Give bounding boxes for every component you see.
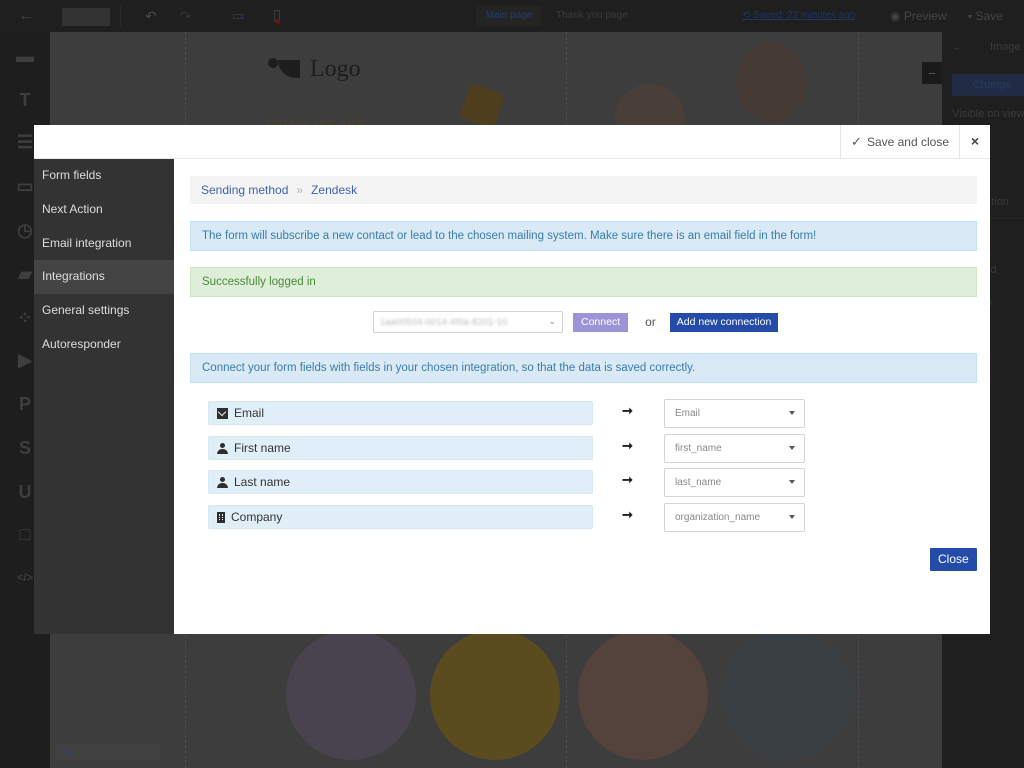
form-field-label: First name [234, 441, 291, 455]
panel-row: Visible on viewport [952, 108, 1024, 120]
nav-item-email-integration[interactable]: Email integration [34, 227, 174, 261]
tab-thank-you-page[interactable]: Thank you page [556, 0, 628, 32]
info-alert: The form will subscribe a new contact or… [190, 221, 977, 251]
user-icon [217, 476, 228, 488]
breadcrumb: Sending method » Zendesk [190, 176, 977, 204]
close-button[interactable]: Close [930, 548, 977, 571]
team-avatar[interactable] [578, 630, 708, 760]
collapse-panel-button[interactable]: − [922, 62, 942, 84]
team-avatar[interactable] [430, 630, 560, 760]
saved-status-link[interactable]: ⟲ Saved: 22 minutes ago [742, 0, 855, 32]
mobile-view-icon[interactable] [274, 10, 280, 24]
breadcrumb-sending-method[interactable]: Sending method [201, 183, 288, 197]
nav-item-general-settings[interactable]: General settings [34, 294, 174, 328]
connection-select[interactable]: 1aa00504-0014-4f0a-8201-10 ⌄ [373, 311, 563, 333]
integration-field-select[interactable]: first_name [664, 434, 805, 463]
team-avatar[interactable] [286, 630, 416, 760]
breadcrumb-separator: » [296, 183, 304, 197]
redo-icon[interactable]: ↷ [180, 0, 192, 32]
close-icon[interactable]: × [960, 125, 990, 158]
tab-main-page[interactable]: Main page [476, 6, 542, 26]
undo-icon[interactable]: ↶ [145, 0, 157, 32]
modal-sidebar: Form fields Next Action Email integratio… [34, 159, 174, 634]
integration-field-value: first_name [675, 443, 722, 454]
form-field-last-name: Last name [208, 470, 593, 494]
caret-down-icon [789, 480, 795, 484]
save-and-close-label: Save and close [866, 134, 949, 149]
modal-header: ✓ Save and close × [34, 125, 990, 159]
chevron-down-icon: ⌄ [548, 316, 556, 326]
connection-select-value: 1aa00504-0014-4f0a-8201-10 [380, 317, 508, 327]
connection-row: 1aa00504-0014-4f0a-8201-10 ⌄ Connect or … [373, 311, 779, 333]
form-field-company: Company [208, 505, 593, 529]
mapping-row: Last name ➞ last_name [208, 468, 838, 497]
caret-down-icon [789, 515, 795, 519]
envelope-icon [217, 407, 228, 419]
nav-item-autoresponder[interactable]: Autoresponder [34, 328, 174, 362]
form-field-first-name: First name [208, 436, 593, 460]
logo-text: Logo [310, 56, 361, 82]
nav-item-integrations[interactable]: Integrations [34, 260, 174, 295]
page-logo[interactable]: Logo [268, 56, 361, 83]
caret-down-icon [789, 411, 795, 415]
divider [120, 5, 121, 27]
arrow-right-icon: ➞ [622, 507, 633, 522]
panel-back-icon[interactable]: ← [952, 41, 963, 53]
save-label: Save [975, 9, 1003, 23]
connect-button[interactable]: Connect [573, 312, 629, 332]
desktop-view-icon[interactable]: ▭ [232, 0, 244, 32]
form-settings-modal: ✓ Save and close × Form fields Next Acti… [34, 125, 990, 634]
modal-content: Sending method » Zendesk The form will sub… [174, 159, 990, 634]
progress-indicator: 0% [56, 744, 160, 760]
nav-item-next-action[interactable]: Next Action [34, 193, 174, 227]
integration-field-select[interactable]: Email [664, 399, 805, 428]
user-icon [217, 442, 228, 454]
building-icon [217, 511, 225, 523]
floppy-icon: ▪ [968, 9, 973, 23]
page-name-box[interactable] [62, 8, 110, 26]
form-field-label: Company [231, 510, 283, 524]
change-image-button[interactable]: Change [952, 74, 1024, 96]
form-field-label: Last name [234, 475, 291, 489]
form-field-label: Email [234, 406, 265, 420]
editor-topbar: ← ↶ ↷ ▭ Main page Thank you page ⟲ Saved… [0, 0, 1024, 32]
text-icon[interactable]: T [12, 90, 38, 110]
hero-person-image[interactable] [736, 42, 806, 122]
integration-field-value: last_name [675, 477, 722, 488]
save-and-close-button[interactable]: ✓ Save and close [840, 125, 960, 158]
team-avatar[interactable] [722, 630, 852, 760]
hexagon-shape [458, 82, 506, 130]
nav-item-form-fields[interactable]: Form fields [34, 159, 174, 193]
eye-icon: ◉ [890, 9, 901, 23]
integration-field-select[interactable]: organization_name [664, 503, 805, 532]
preview-button[interactable]: ◉ Preview [890, 0, 947, 32]
success-alert: Successfully logged in [190, 267, 977, 297]
arrow-right-icon: ➞ [622, 472, 633, 487]
form-field-email: Email [208, 401, 593, 425]
integration-field-select[interactable]: last_name [664, 468, 805, 497]
mapping-row: Company ➞ organization_name [208, 503, 838, 532]
mapping-info-alert: Connect your form fields with fields in … [190, 353, 977, 383]
or-label: or [645, 315, 656, 329]
checkmark-icon: ✓ [851, 133, 862, 149]
preview-label: Preview [903, 9, 947, 23]
arrow-right-icon: ➞ [622, 403, 633, 418]
save-button[interactable]: ▪ Save [968, 0, 1003, 32]
section-icon[interactable]: ▬ [12, 46, 38, 66]
caret-down-icon [789, 446, 795, 450]
add-new-connection-button[interactable]: Add new connection [669, 312, 779, 332]
panel-title: Image [990, 41, 1021, 53]
breadcrumb-zendesk: Zendesk [311, 183, 358, 197]
arrow-right-icon: ➞ [622, 438, 633, 453]
back-arrow-icon[interactable]: ← [18, 0, 34, 32]
saved-status-text: Saved: 22 minutes ago [753, 10, 856, 21]
integration-field-value: Email [675, 408, 701, 419]
mapping-row: Email ➞ Email [208, 399, 838, 428]
mapping-row: First name ➞ first_name [208, 434, 838, 463]
integration-field-value: organization_name [675, 512, 761, 523]
